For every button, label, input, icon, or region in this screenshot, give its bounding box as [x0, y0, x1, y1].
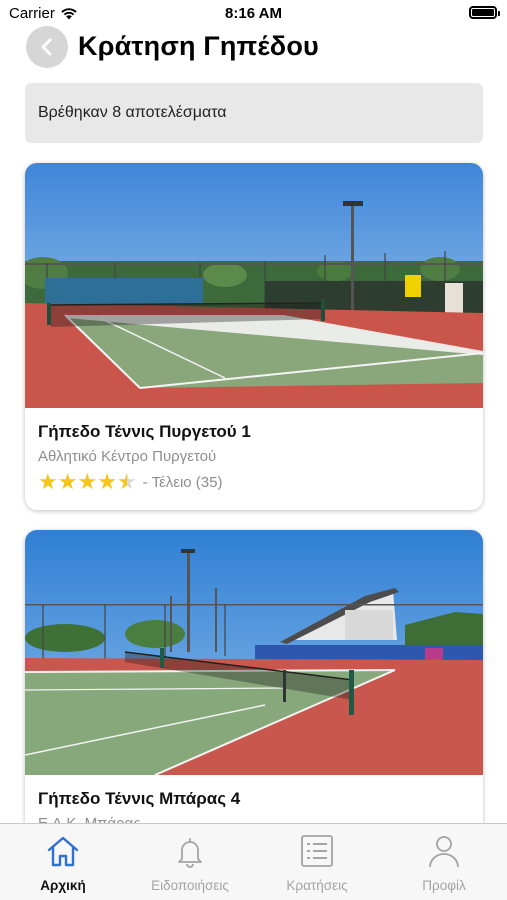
list-icon [301, 835, 333, 867]
home-icon [47, 836, 79, 867]
results-count-text: Βρέθηκαν 8 αποτελέσματα [38, 104, 227, 121]
tab-notifications[interactable]: Ειδοποιήσεις [127, 824, 253, 900]
court-photo [25, 530, 483, 775]
profile-icon [429, 836, 459, 868]
tab-label: Αρχική [40, 878, 86, 893]
tab-profile[interactable]: Προφίλ [381, 824, 507, 900]
results-count-banner: Βρέθηκαν 8 αποτελέσματα [25, 83, 483, 143]
court-name: Γήπεδο Τέννις Μπάρας 4 [38, 789, 241, 808]
back-button[interactable] [26, 26, 68, 68]
battery-icon [469, 6, 500, 19]
tab-bar: Αρχική Ειδοποιήσεις Κρατήσεις Προφίλ [0, 823, 507, 900]
tab-bookings[interactable]: Κρατήσεις [254, 824, 380, 900]
court-venue: Αθλητικό Κέντρο Πυργετού [38, 448, 217, 465]
court-rating: ★ ★ ★ ★ ★ - Τέλειο (35) [38, 471, 222, 493]
tab-label: Προφίλ [422, 878, 466, 893]
page-title: Κράτηση Γηπέδου [78, 31, 319, 61]
tab-home[interactable]: Αρχική [0, 824, 126, 900]
star-icon: ★ [77, 469, 98, 494]
star-icon: ★ [57, 469, 78, 494]
status-time: 8:16 AM [225, 5, 282, 22]
court-card[interactable]: Γήπεδο Τέννις Πυργετού 1 Αθλητικό Κέντρο… [25, 163, 483, 510]
star-half-icon: ★ [116, 469, 137, 494]
chevron-left-icon [41, 38, 52, 56]
court-name: Γήπεδο Τέννις Πυργετού 1 [38, 422, 251, 441]
court-card[interactable]: Γήπεδο Τέννις Μπάρας 4 Ε.Α.Κ. Μπάρας [25, 530, 483, 850]
header: Κράτηση Γηπέδου [0, 26, 507, 70]
rating-stars: ★ ★ ★ ★ ★ [38, 471, 137, 493]
tab-label: Κρατήσεις [286, 878, 348, 893]
tab-label: Ειδοποιήσεις [151, 878, 229, 893]
status-bar: Carrier 8:16 AM [0, 0, 507, 26]
star-icon: ★ [97, 469, 117, 494]
bell-icon [178, 838, 202, 868]
court-photo [25, 163, 483, 408]
star-icon: ★ [38, 469, 58, 494]
rating-text: - Τέλειο (35) [142, 473, 223, 491]
